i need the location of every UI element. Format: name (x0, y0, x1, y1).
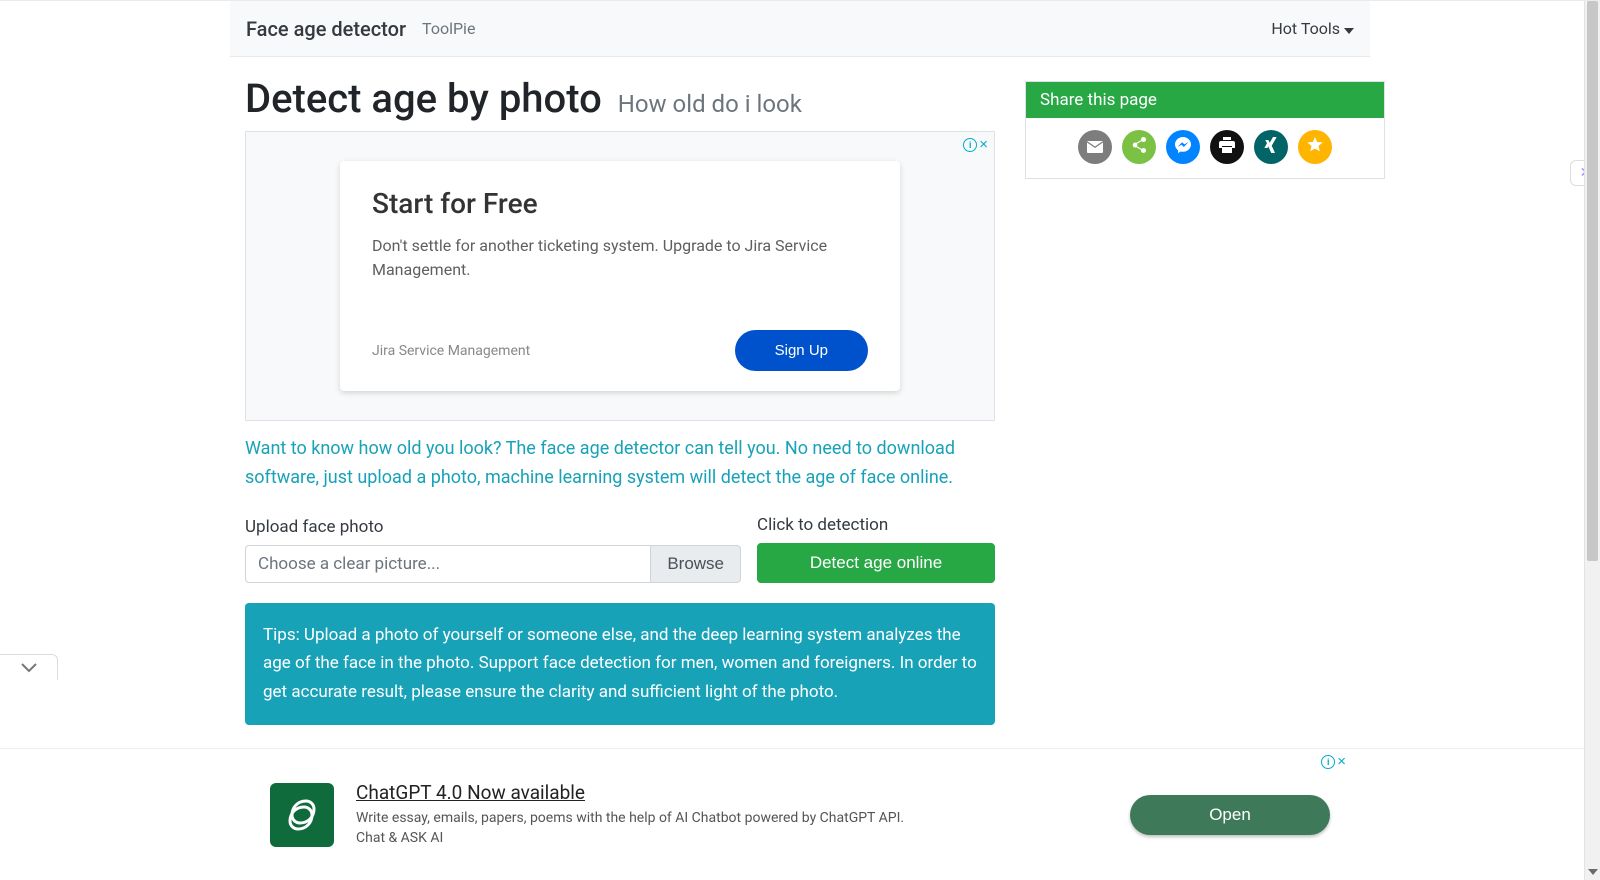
hot-tools-label: Hot Tools (1271, 19, 1340, 38)
share-email-button[interactable] (1078, 130, 1112, 164)
email-icon (1087, 138, 1103, 157)
file-input[interactable]: Choose a clear picture... (245, 545, 650, 583)
detect-label: Click to detection (757, 515, 995, 535)
ad-signup-button[interactable]: Sign Up (735, 330, 868, 371)
brand-title[interactable]: Face age detector (246, 17, 406, 41)
detect-button[interactable]: Detect age online (757, 543, 995, 583)
ad-title: Start for Free (372, 187, 868, 220)
scrollbar-thumb[interactable] (1587, 1, 1598, 561)
share-print-button[interactable] (1210, 130, 1244, 164)
top-ad-slot: i × Start for Free Don't settle for anot… (245, 131, 995, 421)
share-icon (1131, 137, 1147, 157)
share-favorite-button[interactable] (1298, 130, 1332, 164)
ad-brand: Jira Service Management (372, 343, 530, 359)
bottom-ad-desc: Write essay, emails, papers, poems with … (356, 808, 916, 849)
share-generic-button[interactable] (1122, 130, 1156, 164)
navbar: Face age detector ToolPie Hot Tools (230, 1, 1370, 57)
bottom-ad-bar: i × ChatGPT 4.0 Now available Write essa… (0, 748, 1600, 880)
scrollbar-down-arrow-icon[interactable] (1585, 864, 1600, 880)
vertical-scrollbar[interactable] (1584, 1, 1600, 880)
page-title: Detect age by photo How old do i look (245, 75, 995, 123)
star-icon (1307, 137, 1323, 157)
knot-icon (282, 795, 322, 835)
ad-card[interactable]: Start for Free Don't settle for another … (340, 161, 900, 391)
intro-text: Want to know how old you look? The face … (245, 435, 995, 493)
share-card: Share this page (1025, 81, 1385, 179)
share-title: Share this page (1026, 82, 1384, 118)
page-title-main: Detect age by photo (245, 75, 602, 122)
chevron-down-icon (21, 663, 37, 673)
hot-tools-dropdown[interactable]: Hot Tools (1271, 19, 1354, 38)
share-xing-button[interactable] (1254, 130, 1288, 164)
browse-button[interactable]: Browse (650, 545, 741, 583)
brand-link-toolpie[interactable]: ToolPie (422, 19, 475, 38)
upload-label: Upload face photo (245, 517, 741, 537)
caret-down-icon (1344, 19, 1354, 38)
bottom-ad-info-icon[interactable]: i (1321, 755, 1335, 769)
bottom-ad-logo[interactable] (270, 783, 334, 847)
messenger-icon (1175, 137, 1191, 157)
page-title-sub: How old do i look (618, 90, 802, 118)
bottom-ad-title[interactable]: ChatGPT 4.0 Now available (356, 781, 916, 804)
ad-info-icon[interactable]: i (963, 138, 977, 152)
share-messenger-button[interactable] (1166, 130, 1200, 164)
xing-icon (1263, 137, 1279, 157)
bottom-ad-close-icon[interactable]: × (1337, 755, 1346, 769)
print-icon (1219, 137, 1235, 157)
ad-close-icon[interactable]: × (979, 138, 988, 152)
ad-description: Don't settle for another ticketing syste… (372, 234, 852, 282)
collapse-bottom-tab[interactable] (0, 654, 58, 680)
bottom-ad-open-button[interactable]: Open (1130, 795, 1330, 835)
tips-panel: Tips: Upload a photo of yourself or some… (245, 603, 995, 726)
